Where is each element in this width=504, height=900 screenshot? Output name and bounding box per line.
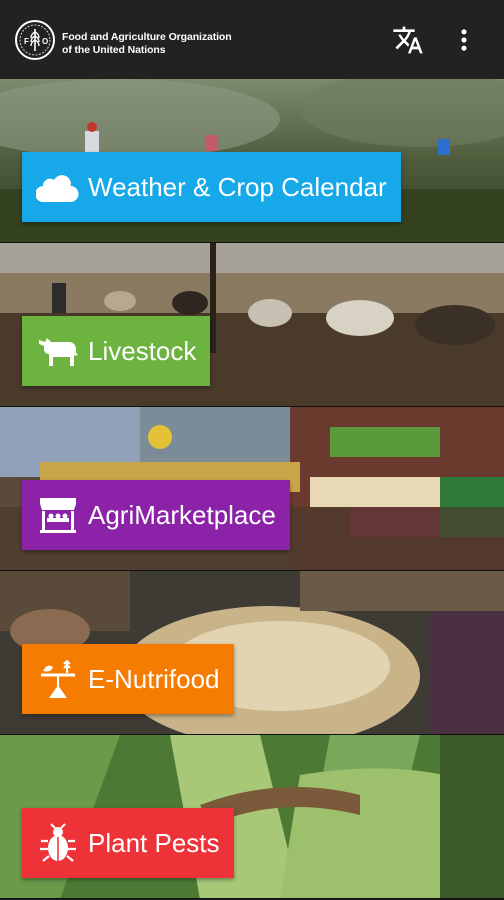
plant-pests-button[interactable]: Plant Pests	[22, 808, 234, 878]
tile-livestock[interactable]: Livestock	[0, 243, 504, 407]
nutrition-scale-icon	[34, 655, 82, 703]
org-name-line2: of the United Nations	[62, 43, 166, 56]
more-vert-icon	[461, 29, 467, 51]
fao-logo-icon: F O	[15, 20, 55, 60]
tile-plant-pests[interactable]: Plant Pests	[0, 735, 504, 899]
category-tiles: Weather & Crop Calendar Livestock AgriMa…	[0, 79, 504, 899]
tile-agrimarketplace[interactable]: AgriMarketplace	[0, 407, 504, 571]
tile-weather-crop-calendar[interactable]: Weather & Crop Calendar	[0, 79, 504, 243]
svg-text:O: O	[42, 37, 48, 46]
translate-button[interactable]	[388, 20, 428, 60]
market-stall-icon	[34, 491, 82, 539]
org-name-line1: Food and Agriculture Organization	[62, 31, 232, 43]
e-nutrifood-button[interactable]: E-Nutrifood	[22, 644, 234, 714]
svg-text:F: F	[24, 37, 29, 46]
bug-icon	[34, 819, 82, 867]
livestock-button[interactable]: Livestock	[22, 316, 211, 386]
tile-e-nutrifood[interactable]: E-Nutrifood	[0, 571, 504, 735]
app-bar: F O Food and Agriculture Organization of…	[0, 0, 504, 79]
tile-label: E-Nutrifood	[88, 664, 220, 694]
cow-icon	[34, 327, 82, 375]
tile-label: Weather & Crop Calendar	[88, 172, 387, 202]
agrimarketplace-button[interactable]: AgriMarketplace	[22, 480, 290, 550]
tile-label: AgriMarketplace	[88, 500, 276, 530]
weather-crop-calendar-button[interactable]: Weather & Crop Calendar	[22, 152, 401, 222]
organization-name: Food and Agriculture Organization of the…	[62, 31, 232, 56]
tile-label: Livestock	[88, 336, 197, 366]
cloud-icon	[34, 163, 82, 211]
overflow-menu-button[interactable]	[444, 20, 484, 60]
tile-label: Plant Pests	[88, 828, 220, 858]
translate-icon	[393, 26, 423, 54]
